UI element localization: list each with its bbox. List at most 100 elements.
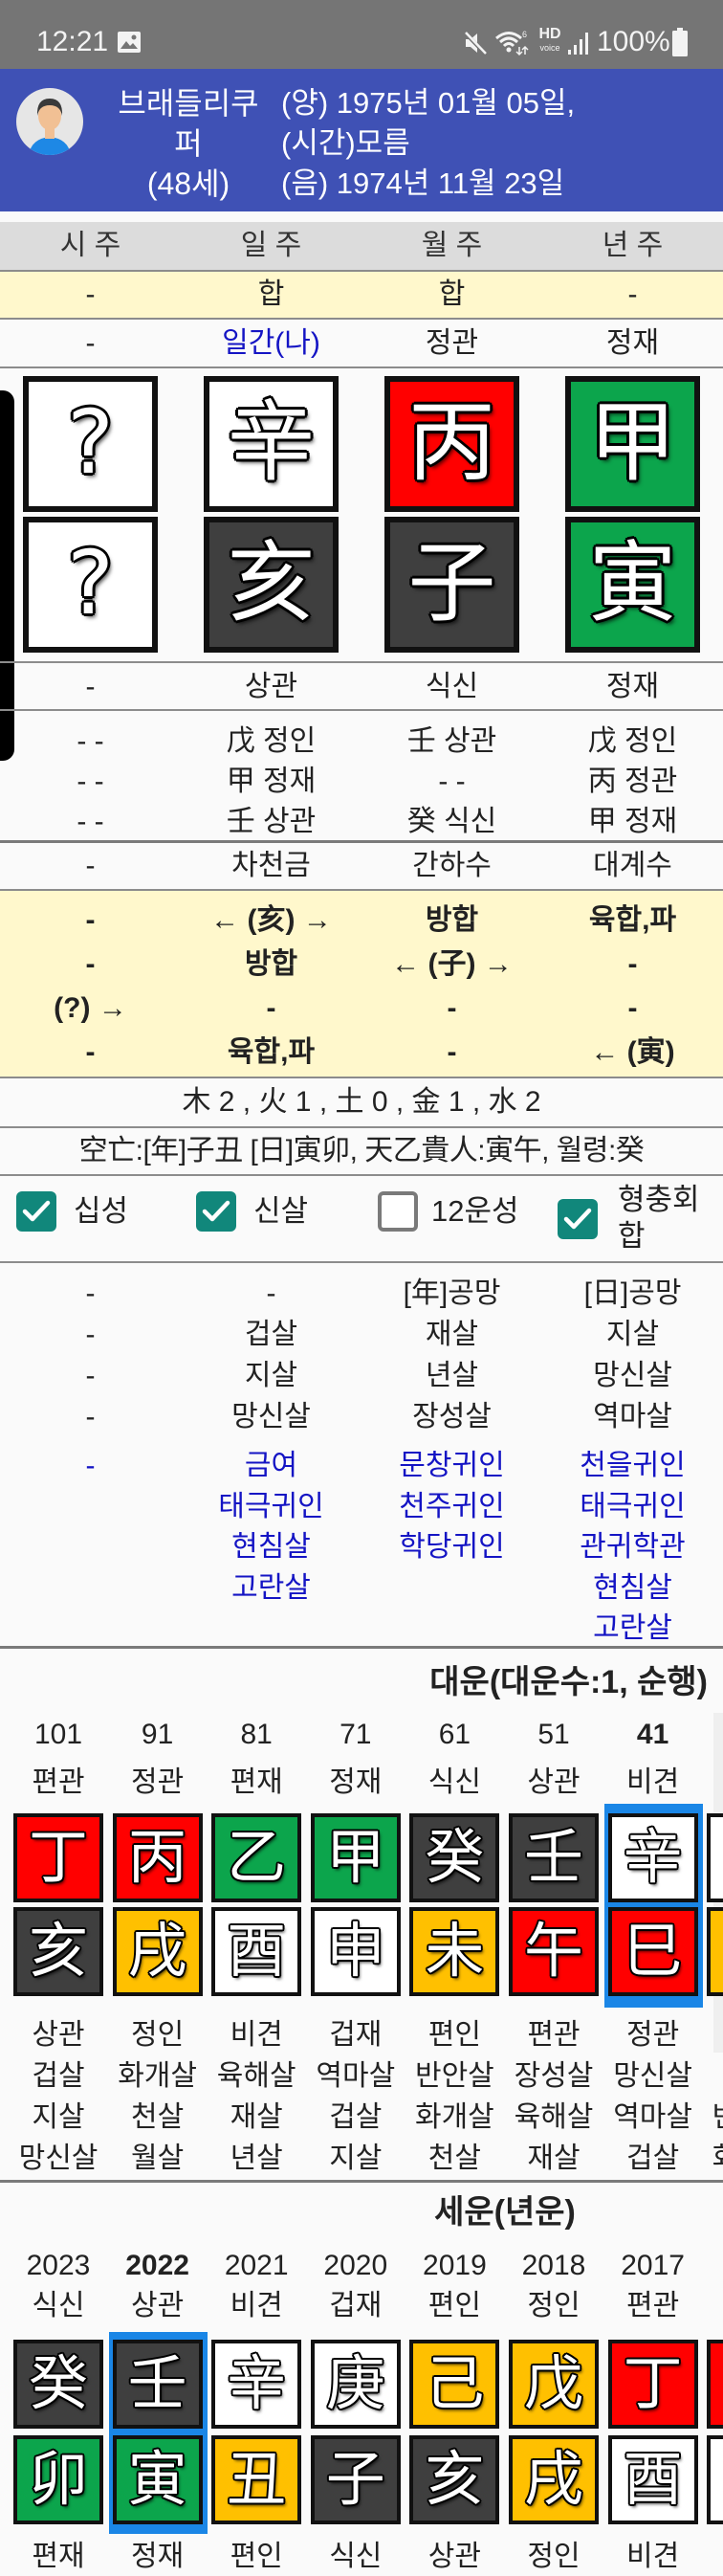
branch-tile-cell: ? bbox=[0, 517, 181, 653]
status-time: 12:21 bbox=[36, 26, 109, 57]
option-12unseong-label[interactable]: 12운성 bbox=[431, 1193, 519, 1230]
branch-interaction: - bbox=[627, 948, 638, 980]
daewoon-branch-tile[interactable]: 申 bbox=[310, 1907, 401, 1996]
branch-interaction: - bbox=[627, 992, 638, 1024]
profile-header[interactable]: 브래들리쿠퍼 (48세) (양) 1975년 01월 05일, (시간)모름 (… bbox=[0, 69, 723, 211]
daewoon-shinsal: 지살 bbox=[32, 2101, 85, 2133]
stem-tile[interactable]: ? bbox=[23, 376, 158, 512]
sewoon-branch-tile[interactable]: 丑 bbox=[211, 2435, 302, 2524]
sewoon-stem-tengod: 식신 bbox=[32, 2290, 85, 2321]
daewoon-branch-tile[interactable] bbox=[707, 1907, 723, 1996]
sewoon-stem-tile[interactable]: 癸 bbox=[13, 2340, 103, 2429]
sewoon-stem-tengod: 비견 bbox=[230, 2290, 283, 2321]
stem-relation: 합 bbox=[257, 278, 285, 310]
daewoon-stem-tile[interactable]: 癸 bbox=[409, 1813, 500, 1902]
branch-tile[interactable]: 亥 bbox=[204, 517, 339, 653]
five-elements-summary: 木 2 , 火 1 , 土 0 , 金 1 , 水 2 bbox=[0, 1078, 723, 1128]
sewoon-branch-tile[interactable]: 戌 bbox=[509, 2435, 599, 2524]
shinsal: 망신살 bbox=[231, 1401, 311, 1432]
daewoon-branch-tengod: 상관 bbox=[32, 2019, 85, 2051]
stem-tile[interactable]: 甲 bbox=[565, 376, 700, 512]
shinsal-line: - 겁살 재살 지살 bbox=[0, 1314, 723, 1355]
option-sipseong-checkbox[interactable] bbox=[16, 1191, 56, 1232]
sewoon-stem-tile[interactable]: 戊 bbox=[509, 2340, 599, 2429]
daewoon-branch-tile[interactable]: 未 bbox=[409, 1907, 500, 1996]
sewoon-stem-tile[interactable]: 庚 bbox=[310, 2340, 401, 2429]
shinsal-line: - - [年]공망 [日]공망 bbox=[0, 1273, 723, 1314]
nayin: - bbox=[85, 850, 96, 881]
daewoon-branch-tile[interactable]: 戌 bbox=[112, 1907, 203, 1996]
profile-name-block: 브래들리쿠퍼 (48세) bbox=[106, 83, 271, 204]
branch-tile[interactable]: 子 bbox=[384, 517, 519, 653]
daewoon-shinsal: 년살 bbox=[230, 2143, 283, 2174]
sewoon-stem-tile[interactable]: 壬 bbox=[112, 2340, 203, 2429]
daewoon-stem-tile[interactable] bbox=[707, 1813, 723, 1902]
branch-interaction: - bbox=[85, 948, 96, 980]
nayin: 차천금 bbox=[231, 850, 311, 881]
daewoon-stem-tile[interactable]: 壬 bbox=[509, 1813, 599, 1902]
gwiin-item: 천주귀인 bbox=[399, 1490, 505, 1522]
sewoon-stem-tengod: 상관 bbox=[130, 2290, 185, 2321]
sewoon-branch-tile[interactable]: 寅 bbox=[112, 2435, 203, 2524]
sewoon-branch-tile[interactable]: 子 bbox=[310, 2435, 401, 2524]
daewoon-stem-tile[interactable]: 辛 bbox=[607, 1813, 698, 1902]
sewoon-stem-tile[interactable] bbox=[707, 2340, 723, 2429]
gongmang-summary: 空亡:[年]子丑 [日]寅卯, 天乙貴人:寅午, 월령:癸 bbox=[0, 1128, 723, 1176]
option-hyeongchung-label[interactable]: 형충회합 bbox=[618, 1182, 713, 1255]
option-sinsal-checkbox[interactable] bbox=[196, 1191, 236, 1232]
daewoon-shinsal: 육해살 bbox=[514, 2101, 594, 2133]
lunar-birthdate: (음) 1974년 11월 23일 bbox=[281, 167, 565, 200]
branch-interaction: 육합,파 bbox=[227, 1036, 316, 1068]
daewoon-stem-tile[interactable]: 丁 bbox=[13, 1813, 103, 1902]
daewoon-stem-tengod: 편재 bbox=[230, 1766, 283, 1798]
branch-tile[interactable]: 寅 bbox=[565, 517, 700, 653]
daewoon-label: 81 bbox=[240, 1719, 273, 1750]
sewoon-stem-tile[interactable]: 己 bbox=[409, 2340, 500, 2429]
shinsal: - bbox=[85, 1401, 96, 1432]
svg-text:6: 6 bbox=[522, 30, 527, 39]
stem-tengod: 정관 bbox=[425, 327, 479, 359]
sewoon-branch-tengod: 편인 bbox=[230, 2541, 283, 2572]
sewoon-branch-tile[interactable]: 酉 bbox=[607, 2435, 698, 2524]
daewoon-branch-tengod: 정관 bbox=[625, 2019, 680, 2051]
sewoon-label: 2018 bbox=[521, 2250, 586, 2281]
sewoon-stem-tile[interactable]: 丁 bbox=[607, 2340, 698, 2429]
option-sipseong-label[interactable]: 십성 bbox=[74, 1193, 128, 1230]
branch-interaction-line: (?) → - - - bbox=[0, 987, 723, 1031]
daewoon-stem-tile[interactable]: 丙 bbox=[112, 1813, 203, 1902]
hidden-stem: - - bbox=[77, 766, 104, 797]
gwiin-item: 태극귀인 bbox=[218, 1490, 324, 1522]
daewoon-branch-tile[interactable]: 巳 bbox=[607, 1907, 698, 1996]
option-hyeongchung-checkbox[interactable] bbox=[558, 1199, 598, 1239]
user-avatar-icon[interactable] bbox=[15, 87, 84, 156]
sewoon-branch-tile[interactable]: 卯 bbox=[13, 2435, 103, 2524]
gwiin-item: 학당귀인 bbox=[399, 1531, 505, 1563]
sewoon-label: 2023 bbox=[26, 2250, 91, 2281]
daewoon-stem-tengod: 식신 bbox=[427, 1766, 481, 1798]
branch-tile-cell: 子 bbox=[362, 517, 542, 653]
sewoon-branch-tile[interactable] bbox=[707, 2435, 723, 2524]
daewoon-branch-tile[interactable]: 午 bbox=[509, 1907, 599, 1996]
branch-interaction: - bbox=[447, 992, 457, 1024]
sewoon-label: 2019 bbox=[423, 2250, 487, 2281]
status-bar: 12:21 6 HD voice 100% bbox=[0, 0, 723, 69]
daewoon-stem-tile[interactable]: 乙 bbox=[211, 1813, 302, 1902]
shinsal: 지살 bbox=[244, 1360, 298, 1391]
branch-interaction: - bbox=[85, 1036, 96, 1068]
option-sinsal-label[interactable]: 신살 bbox=[253, 1193, 308, 1230]
daewoon-branch-tile[interactable]: 酉 bbox=[211, 1907, 302, 1996]
daewoon-stem-tengod: 정재 bbox=[329, 1766, 383, 1798]
sewoon-branch-tile[interactable]: 亥 bbox=[409, 2435, 500, 2524]
daewoon-label: 61 bbox=[438, 1719, 471, 1750]
daewoon-branch-tengod: 편인 bbox=[427, 2019, 481, 2051]
stem-tile[interactable]: 丙 bbox=[384, 376, 519, 512]
stem-tile[interactable]: 辛 bbox=[204, 376, 339, 512]
sewoon-stem-tile[interactable]: 辛 bbox=[211, 2340, 302, 2429]
pillar-header-row: 시 주일 주월 주년 주 bbox=[0, 222, 723, 272]
option-12unseong-checkbox[interactable] bbox=[378, 1191, 418, 1232]
daewoon-stem-tengod: 정관 bbox=[130, 1766, 185, 1798]
daewoon-branch-tile[interactable]: 亥 bbox=[13, 1907, 103, 1996]
stem-relation: 합 bbox=[438, 278, 466, 310]
branch-tile[interactable]: ? bbox=[23, 517, 158, 653]
daewoon-stem-tile[interactable]: 甲 bbox=[310, 1813, 401, 1902]
